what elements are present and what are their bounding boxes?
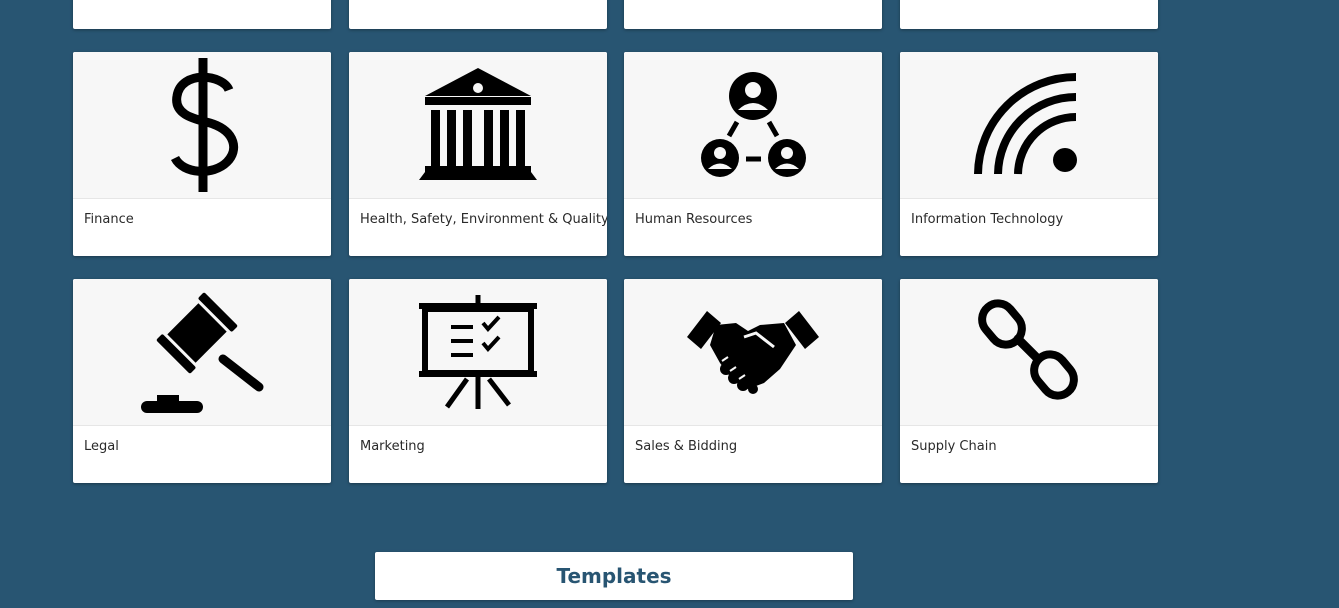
chain-link-icon xyxy=(978,299,1078,400)
category-card-label: Health, Safety, Environment & Quality xyxy=(360,212,607,227)
card-thumbnail xyxy=(73,279,331,426)
card-thumbnail xyxy=(624,52,882,199)
category-card-top-4[interactable] xyxy=(900,0,1158,29)
category-card-sales-bidding[interactable]: Sales & Bidding xyxy=(624,279,882,483)
presentation-board-icon xyxy=(419,295,537,409)
category-card-label: Sales & Bidding xyxy=(635,439,738,454)
templates-button[interactable]: Templates xyxy=(375,552,853,600)
category-card-label: Information Technology xyxy=(911,212,1064,227)
category-card-label: Finance xyxy=(84,212,134,227)
card-thumbnail xyxy=(349,279,607,426)
category-card-label: Legal xyxy=(84,439,119,454)
category-card-information-technology[interactable]: Information Technology xyxy=(900,52,1158,256)
category-card-hseq[interactable]: Health, Safety, Environment & Quality xyxy=(349,52,607,256)
dollar-sign-icon xyxy=(170,58,239,192)
government-building-icon xyxy=(419,68,537,180)
people-network-icon xyxy=(701,72,806,177)
category-card-finance[interactable]: Finance xyxy=(73,52,331,256)
signal-arcs-icon xyxy=(974,73,1077,175)
category-card-top-3[interactable] xyxy=(624,0,882,29)
category-card-label: Marketing xyxy=(360,439,425,454)
card-thumbnail xyxy=(349,52,607,199)
templates-button-label: Templates xyxy=(556,564,672,588)
card-thumbnail xyxy=(624,279,882,426)
handshake-icon xyxy=(687,311,819,394)
card-thumbnail xyxy=(900,52,1158,199)
category-card-label: Supply Chain xyxy=(911,439,997,454)
gavel-icon xyxy=(141,292,264,413)
category-card-marketing[interactable]: Marketing xyxy=(349,279,607,483)
category-card-human-resources[interactable]: Human Resources xyxy=(624,52,882,256)
category-card-label: Human Resources xyxy=(635,212,753,227)
card-thumbnail xyxy=(73,52,331,199)
category-card-top-1[interactable] xyxy=(73,0,331,29)
category-card-legal[interactable]: Legal xyxy=(73,279,331,483)
category-card-top-2[interactable] xyxy=(349,0,607,29)
category-card-supply-chain[interactable]: Supply Chain xyxy=(900,279,1158,483)
card-thumbnail xyxy=(900,279,1158,426)
